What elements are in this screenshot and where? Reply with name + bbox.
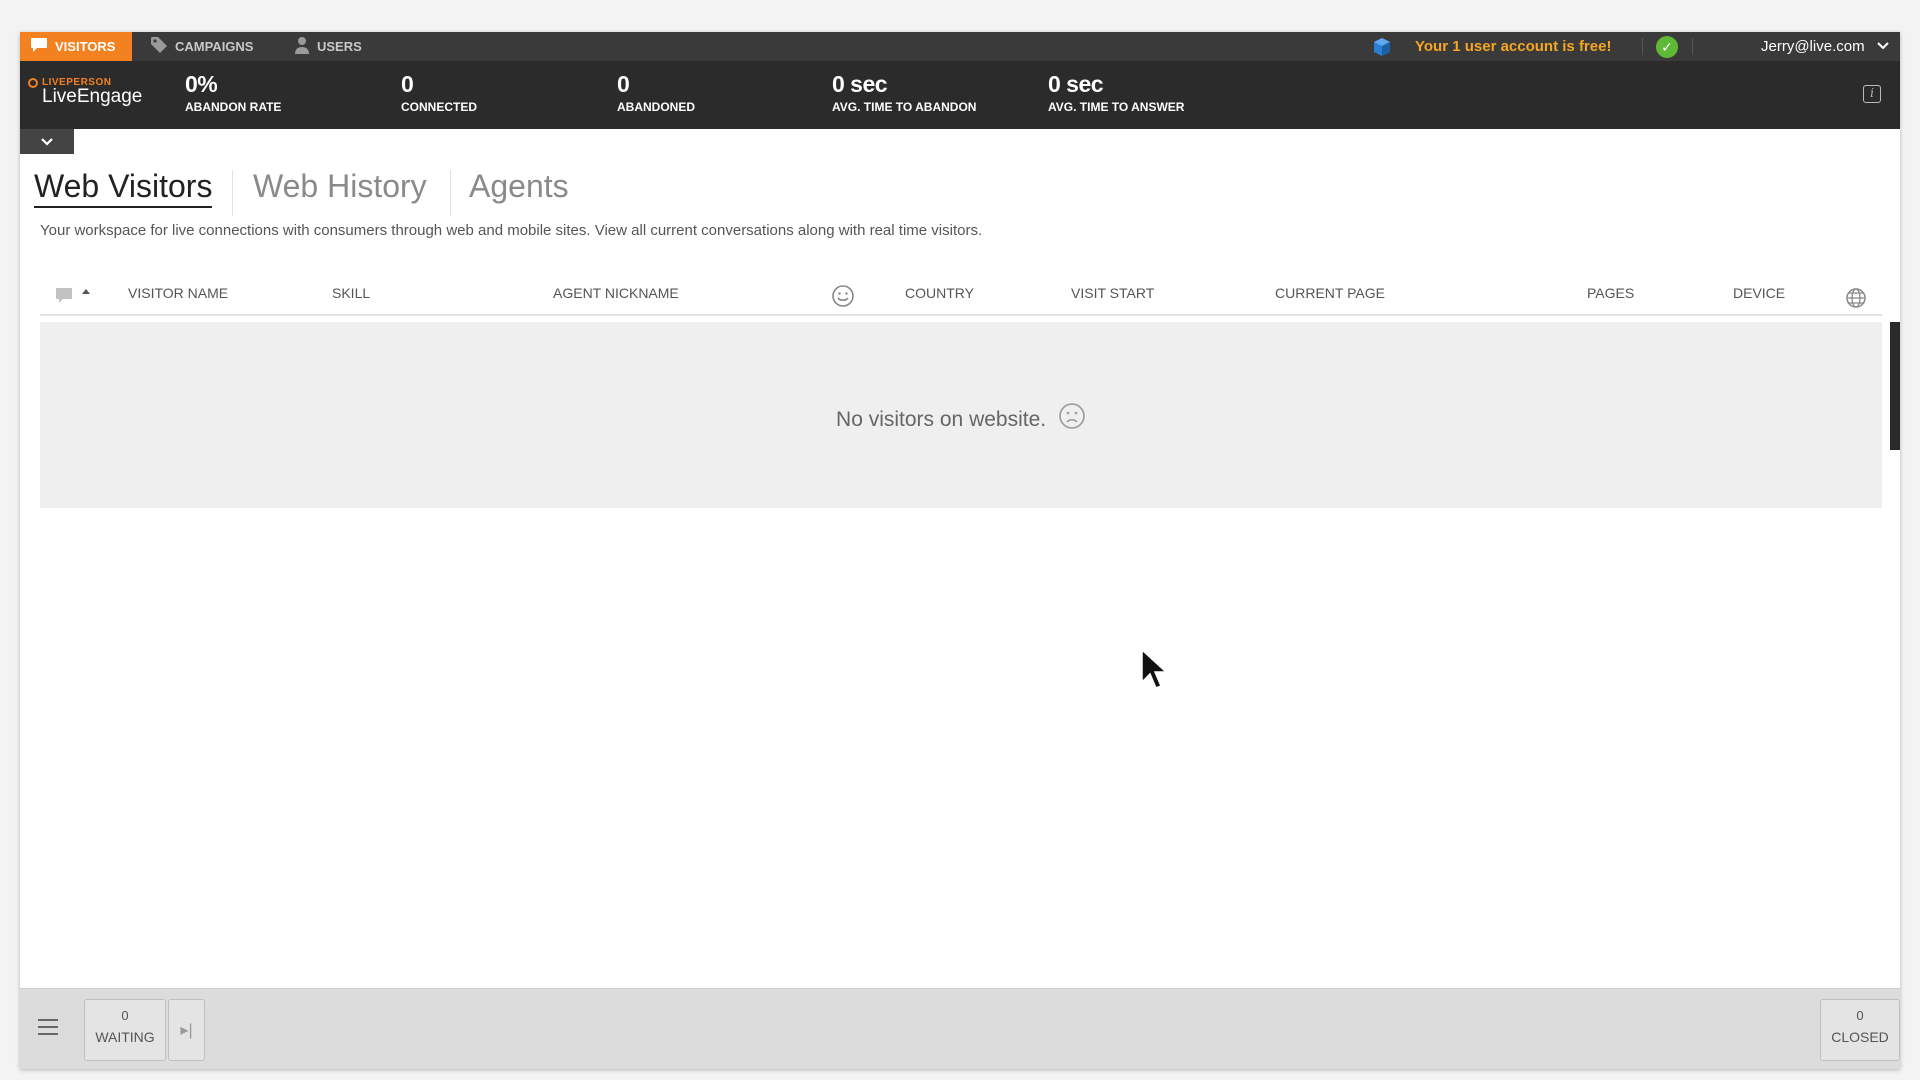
stat-avg-time-answer: 0 sec Avg. Time to Answer [1048, 71, 1184, 114]
waiting-queue-button[interactable]: 0 Waiting [84, 999, 166, 1061]
free-account-promo[interactable]: Your 1 user account is free! [1415, 32, 1611, 61]
stat-value: 0 sec [1048, 71, 1104, 97]
tab-visitors[interactable]: Visitors [20, 32, 132, 61]
col-device[interactable]: Device [1733, 272, 1785, 314]
page-description: Your workspace for live connections with… [40, 222, 983, 239]
liveperson-logo-icon [28, 77, 38, 88]
globe-icon[interactable] [1845, 283, 1867, 308]
sort-conversation-column[interactable] [54, 272, 94, 314]
chat-bubble-icon [30, 37, 48, 56]
empty-message: No visitors on website. [836, 408, 1047, 431]
waiting-count: 0 [121, 1008, 129, 1023]
nav-divider [1642, 38, 1643, 55]
nav-divider [1692, 38, 1693, 55]
col-current-page[interactable]: Current Page [1275, 272, 1385, 314]
logo-product: LiveEngage [42, 86, 143, 107]
closed-label: Closed [1831, 1029, 1889, 1045]
stat-value: 0 [617, 71, 630, 97]
tag-icon [150, 36, 168, 57]
user-icon [294, 36, 310, 57]
chat-sort-icon [56, 288, 90, 303]
liveengage-logo: LIVEPERSON LiveEngage [28, 77, 158, 117]
stat-connected: 0 Connected [401, 71, 477, 114]
stat-value: 0% [185, 71, 218, 97]
info-icon[interactable]: i [1863, 85, 1881, 103]
stat-value: 0 sec [832, 71, 888, 97]
smiley-icon[interactable] [831, 282, 855, 307]
mouse-cursor-icon [1141, 648, 1168, 689]
top-nav-bar: Visitors Campaigns Users Your 1 user acc… [20, 32, 1900, 61]
user-email-menu[interactable]: Jerry@live.com [1761, 32, 1865, 61]
closed-queue-button[interactable]: 0 Closed [1820, 999, 1900, 1061]
tab-separator [450, 170, 451, 216]
tab-web-visitors[interactable]: Web Visitors [34, 168, 213, 208]
col-pages[interactable]: Pages [1587, 272, 1634, 314]
waiting-label: Waiting [95, 1029, 155, 1045]
empty-state: No visitors on website. [40, 402, 1882, 432]
status-ok-icon[interactable]: ✓ [1656, 36, 1678, 58]
stat-abandon-rate: 0% Abandon Rate [185, 71, 281, 114]
col-skill[interactable]: Skill [332, 272, 370, 314]
stat-label: Avg. Time to Abandon [832, 100, 977, 114]
hamburger-menu-icon[interactable] [38, 1019, 58, 1037]
stat-label: Avg. Time to Answer [1048, 100, 1185, 114]
app-window: Visitors Campaigns Users Your 1 user acc… [20, 32, 1900, 1069]
stat-label: Connected [401, 100, 478, 114]
skip-to-end-icon[interactable]: ▸| [168, 999, 205, 1061]
visitors-table-body: No visitors on website. [40, 322, 1882, 508]
col-agent-nickname[interactable]: Agent Nickname [553, 272, 679, 314]
tab-campaigns[interactable]: Campaigns [140, 32, 288, 61]
tab-users[interactable]: Users [284, 32, 394, 61]
stat-avg-time-abandon: 0 sec Avg. Time to Abandon [832, 71, 976, 114]
chevron-down-icon [41, 137, 53, 146]
col-visit-start[interactable]: Visit Start [1071, 272, 1154, 314]
side-panel-handle[interactable] [1890, 322, 1900, 450]
chevron-down-icon[interactable] [1877, 40, 1889, 52]
cube-icon[interactable] [1372, 37, 1392, 57]
tab-campaigns-label: Campaigns [175, 39, 254, 54]
tab-agents[interactable]: Agents [469, 168, 569, 205]
stat-abandoned: 0 Abandoned [617, 71, 695, 114]
closed-count: 0 [1856, 1008, 1864, 1023]
col-visitor-name[interactable]: Visitor Name [128, 272, 228, 314]
table-header: Visitor Name Skill Agent Nickname Countr… [40, 272, 1882, 316]
col-country[interactable]: Country [905, 272, 974, 314]
stat-value: 0 [401, 71, 414, 97]
sad-face-icon [1059, 403, 1085, 429]
collapse-stats-button[interactable] [20, 129, 74, 154]
tab-separator [232, 170, 233, 216]
stats-bar: LIVEPERSON LiveEngage 0% Abandon Rate 0 … [20, 61, 1900, 129]
tab-users-label: Users [317, 39, 362, 54]
bottom-bar: 0 Waiting ▸| 0 Closed [20, 988, 1900, 1069]
stat-label: Abandon Rate [185, 100, 282, 114]
tab-web-history[interactable]: Web History [253, 168, 427, 205]
stat-label: Abandoned [617, 100, 695, 114]
tab-visitors-label: Visitors [55, 39, 116, 54]
